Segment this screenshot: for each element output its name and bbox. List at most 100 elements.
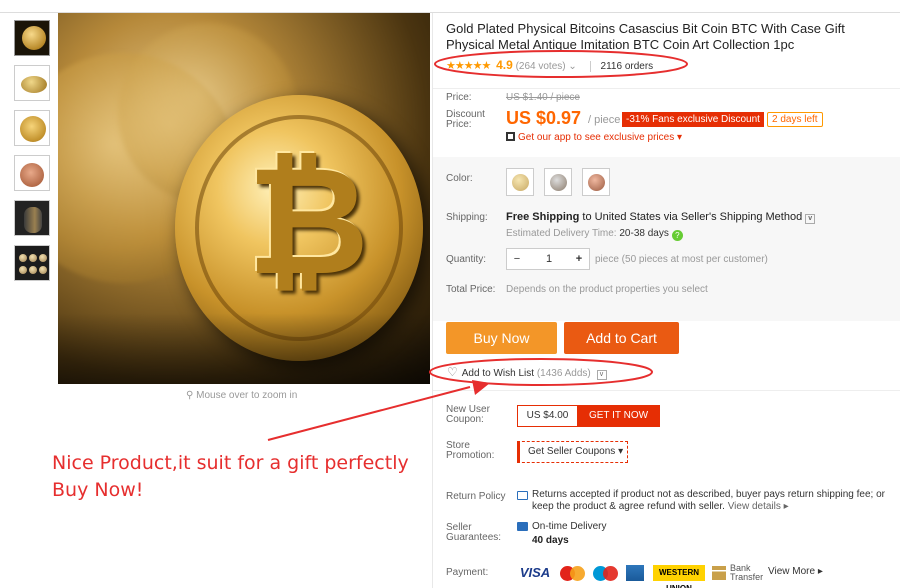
return-policy-description: Returns accepted if product not as descr… (532, 489, 885, 512)
coin-image (550, 174, 567, 191)
mastercard-icon (560, 564, 586, 582)
seller-coupons-label: Get Seller Coupons (528, 446, 616, 457)
chevron-down-icon[interactable]: v (596, 370, 607, 380)
quantity-stepper: − 1 + (506, 248, 590, 270)
truck-icon (517, 522, 528, 531)
coin-image (39, 254, 47, 262)
price-label: Price: (446, 92, 472, 103)
zoom-hint: ⚲ Mouse over to zoom in (186, 390, 297, 401)
thumbnail-6[interactable] (14, 245, 50, 281)
get-coupon-button[interactable]: GET IT NOW (577, 405, 660, 427)
quantity-label: Quantity: (446, 254, 487, 265)
annotation-line-2: Buy Now! (52, 479, 144, 501)
product-title: Gold Plated Physical Bitcoins Casascius … (446, 21, 845, 52)
thumbnail-2[interactable] (14, 65, 50, 101)
help-icon[interactable]: ? (671, 230, 683, 241)
coin-image (24, 207, 42, 233)
caret-down-icon: ▾ (676, 132, 683, 143)
discount-price: US $0.97 (506, 108, 582, 128)
western-union-icon: WESTERN UNION (653, 565, 705, 588)
divider (433, 390, 900, 391)
image-shadow (58, 313, 430, 384)
app-link-text: Get our app to see exclusive prices (518, 132, 675, 143)
annotation-text: Nice Product,it suit for a gift perfectl… (52, 450, 409, 504)
bank-icon (712, 566, 726, 580)
buy-now-button[interactable]: Buy Now (446, 322, 557, 354)
color-label: Color: (446, 173, 473, 184)
coin-image (512, 174, 529, 191)
color-option-gold[interactable] (506, 168, 534, 196)
return-policy-text: Returns accepted if product not as descr… (532, 489, 887, 513)
view-details-link[interactable]: View details ▸ (728, 501, 789, 512)
bank-label-2: Transfer (730, 572, 764, 582)
votes-count[interactable]: (264 votes) (516, 61, 566, 72)
days-left-badge: 2 days left (767, 112, 823, 127)
coin-image (20, 163, 44, 187)
total-price-note: Depends on the product properties you se… (506, 284, 708, 295)
quantity-input[interactable]: 1 (529, 249, 569, 269)
rating-value: 4.9 (496, 58, 513, 72)
bitcoin-symbol: ₿ (247, 135, 370, 309)
coin-image (29, 254, 37, 262)
coin-image (29, 266, 37, 274)
discount-badge: -31% Fans exclusive Discount (622, 112, 764, 127)
shipping-label: Shipping: (446, 212, 488, 223)
chevron-down-icon[interactable]: ⌄ (568, 61, 576, 72)
qr-code-icon (506, 132, 515, 141)
seller-coupons-dropdown[interactable]: Get Seller Coupons ▾ (517, 441, 628, 463)
thumbnail-1[interactable] (14, 20, 50, 56)
quantity-decrease-button[interactable]: − (507, 249, 527, 269)
caret-down-icon: ▾ (618, 446, 624, 457)
maestro-icon (593, 564, 619, 582)
product-details: Gold Plated Physical Bitcoins Casascius … (432, 13, 900, 588)
wishlist-label: Add to Wish List (461, 368, 535, 379)
quantity-increase-button[interactable]: + (569, 249, 589, 269)
delivery-time: Estimated Delivery Time: 20-38 days? (506, 228, 683, 241)
coin-image (19, 266, 27, 274)
magnifier-icon: ⚲ (186, 390, 194, 401)
thumbnail-5[interactable] (14, 200, 50, 236)
guarantees-label: Guarantees: (446, 532, 502, 543)
thumbnail-strip (14, 20, 52, 290)
color-option-copper[interactable] (582, 168, 610, 196)
thumbnail-3[interactable] (14, 110, 50, 146)
star-rating-icon[interactable]: ★★★★★ (446, 60, 491, 72)
coin-image (39, 266, 47, 274)
product-page: ₿ ⚲ Mouse over to zoom in Gold Plated Ph… (0, 0, 900, 588)
discount-label-2: Price: (446, 119, 472, 130)
orders-count: 2116 orders (589, 61, 654, 72)
delivery-value: 20-38 days (619, 228, 669, 239)
payment-label: Payment: (446, 567, 489, 578)
coupon-label: Coupon: (446, 414, 484, 425)
app-prices-link[interactable]: Get our app to see exclusive prices ▾ (506, 132, 682, 143)
free-shipping-text: Free Shipping (506, 211, 580, 223)
price-unit: / piece (588, 114, 621, 126)
quantity-note: piece (50 pieces at most per customer) (595, 254, 768, 265)
bank-transfer: Bank Transfer (712, 564, 764, 582)
thumbnail-4[interactable] (14, 155, 50, 191)
view-more-payments-link[interactable]: View More ▸ (768, 566, 823, 577)
ontime-delivery: On-time Delivery (532, 521, 607, 532)
chevron-down-icon[interactable]: v (805, 214, 816, 224)
coin-image (19, 254, 27, 262)
add-to-cart-button[interactable]: Add to Cart (564, 322, 679, 354)
delivery-label: Estimated Delivery Time: (506, 228, 617, 239)
rating-row: ★★★★★ 4.9 (264 votes) ⌄ 2116 orders (446, 58, 654, 72)
visa-icon: VISA (519, 565, 551, 580)
coin-image (588, 174, 605, 191)
original-price: US $1.40 / piece (506, 92, 580, 103)
wishlist-count: (1436 Adds) (536, 368, 591, 379)
guarantee-days: 40 days (532, 535, 569, 546)
amex-icon (626, 565, 644, 581)
return-policy-label: Return Policy (446, 491, 506, 502)
coin-image (21, 76, 47, 93)
shipping-detail: to United States via Seller's Shipping M… (582, 211, 803, 223)
heart-icon: ♡ (447, 365, 458, 379)
shipping-method[interactable]: Free Shipping to United States via Selle… (506, 211, 816, 224)
promotion-label: Promotion: (446, 450, 495, 461)
add-to-wishlist[interactable]: ♡ Add to Wish List (1436 Adds) v (447, 365, 607, 380)
coupon-value: US $4.00 (517, 405, 577, 427)
color-option-silver[interactable] (544, 168, 572, 196)
main-product-image[interactable]: ₿ (58, 13, 430, 384)
total-price-label: Total Price: (446, 284, 496, 295)
